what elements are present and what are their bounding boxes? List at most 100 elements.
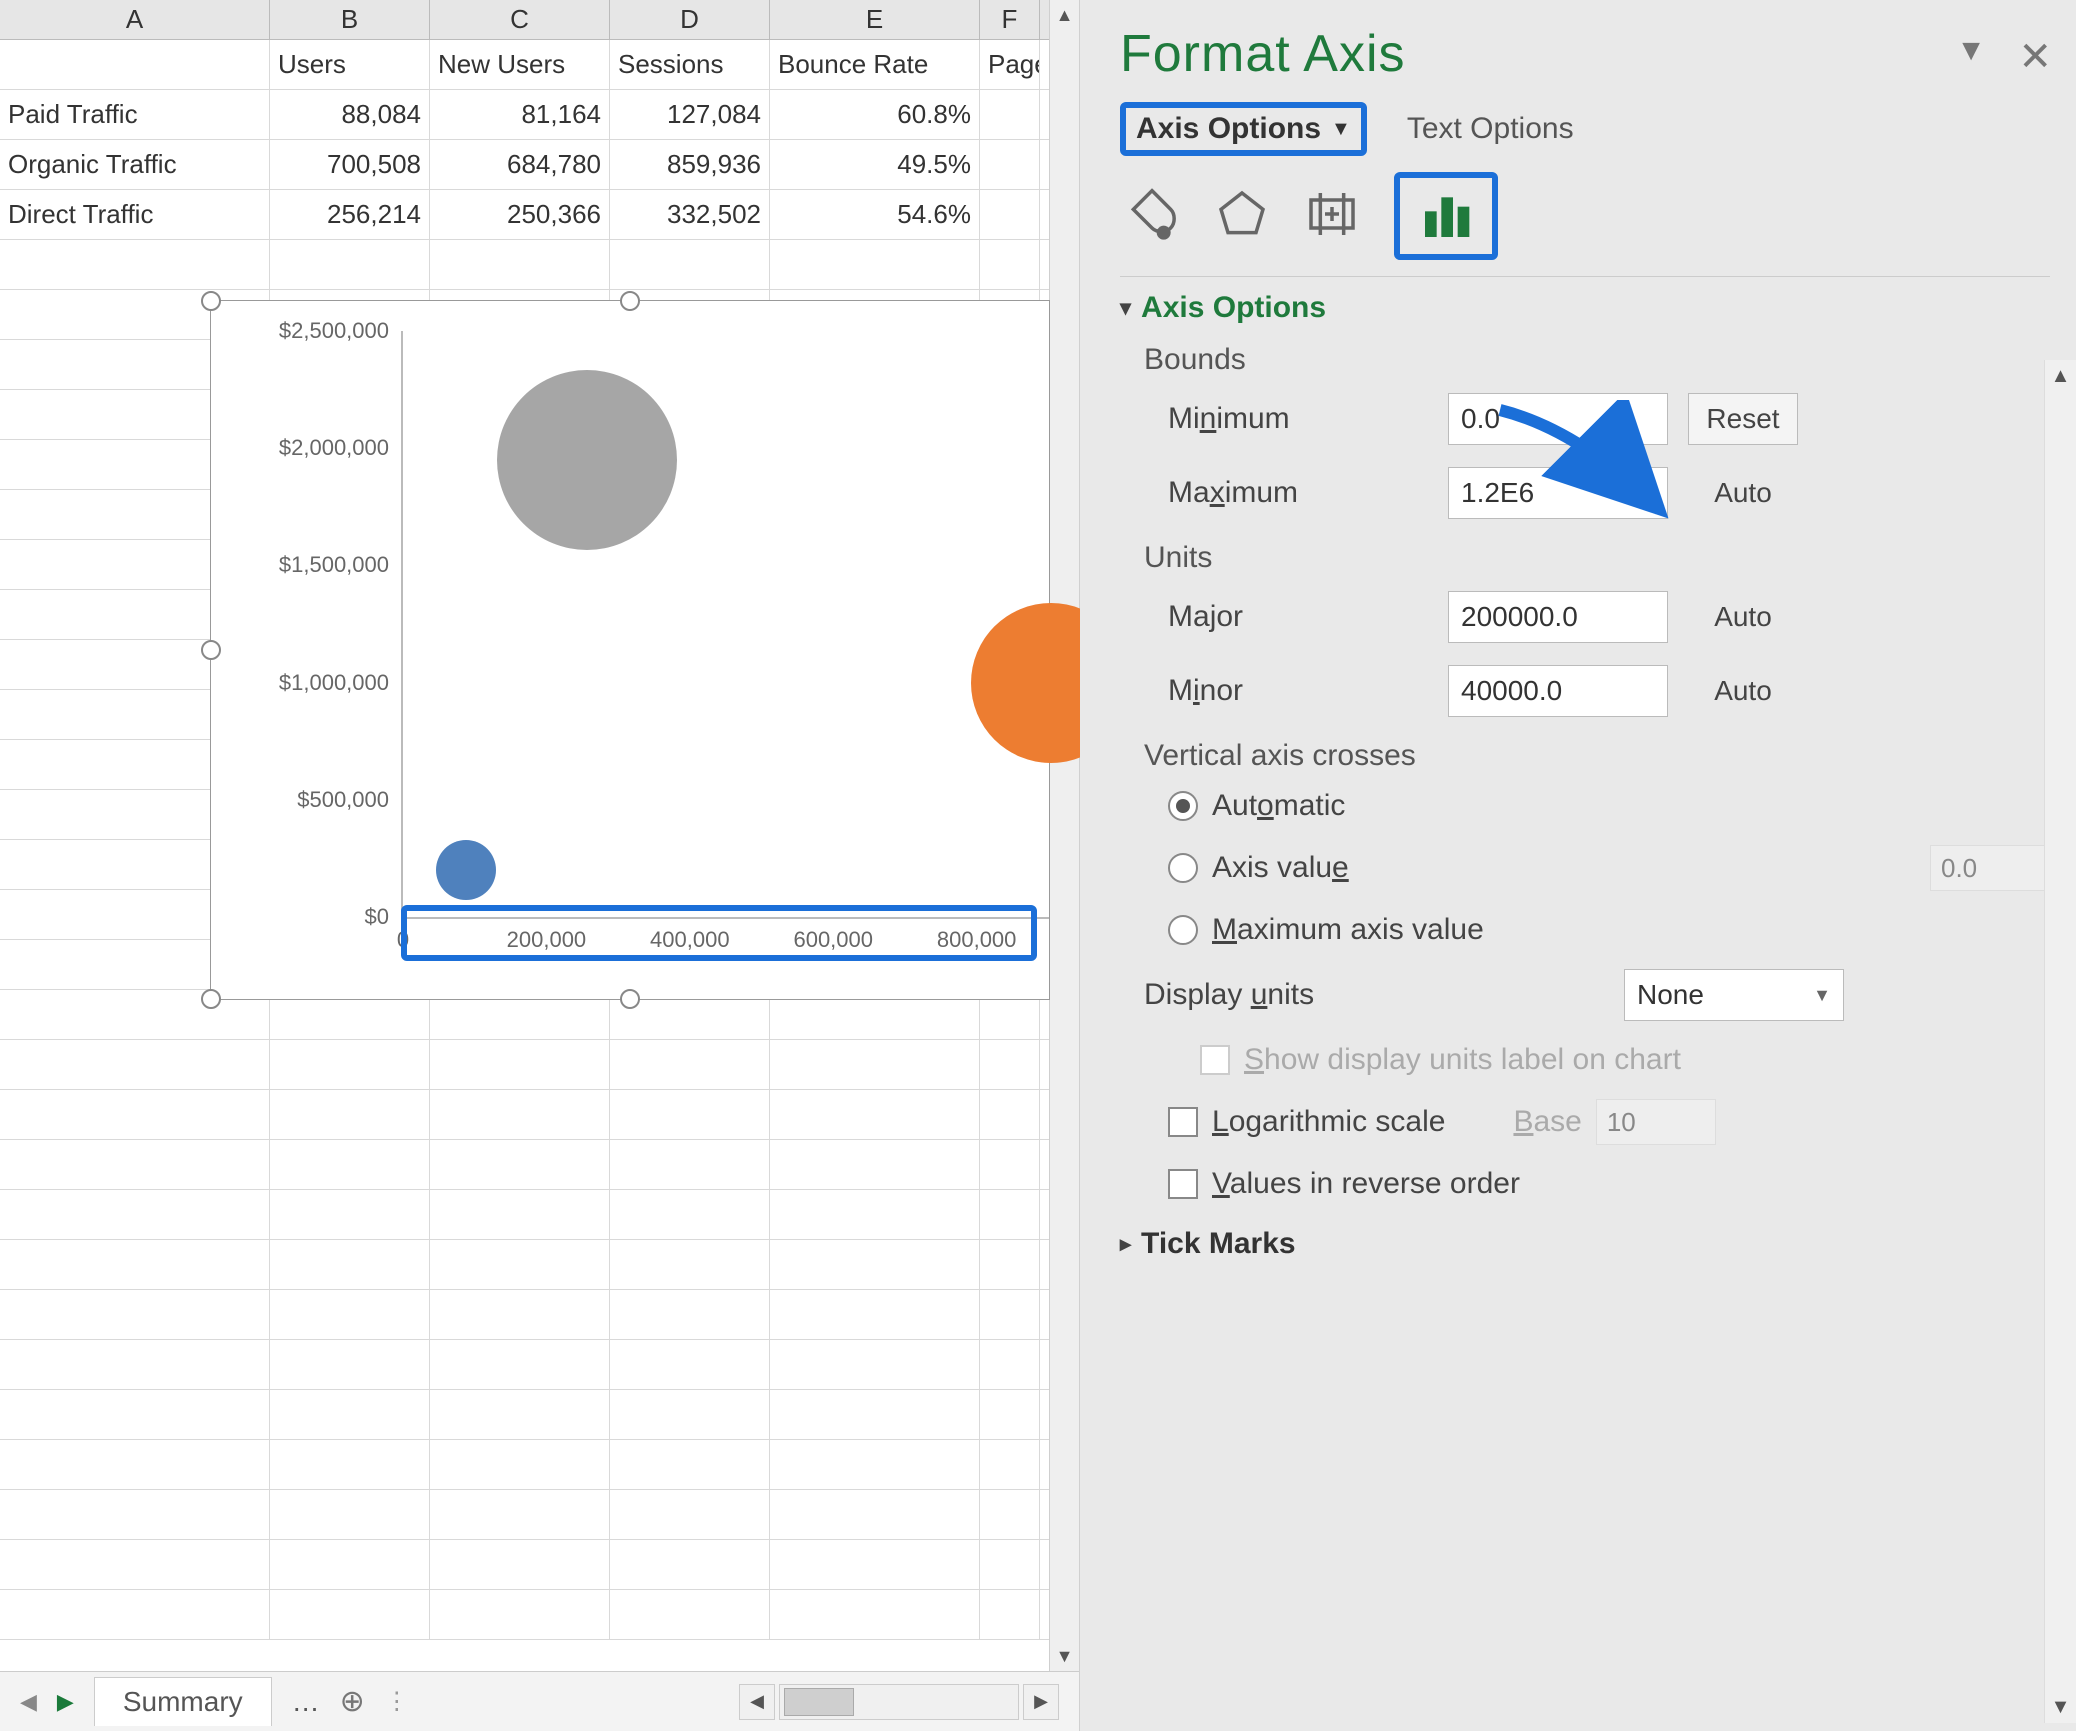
bounds-label: Bounds bbox=[1144, 343, 2050, 377]
embedded-chart[interactable]: $0 $500,000 $1,000,000 $1,500,000 $2,000… bbox=[210, 300, 1050, 1000]
log-scale-label: Logarithmic scale bbox=[1212, 1105, 1445, 1139]
axis-options-section-header[interactable]: ▾ Axis Options bbox=[1120, 291, 2050, 325]
new-sheet-button[interactable]: ⊕ bbox=[340, 1684, 365, 1719]
col-header[interactable]: A bbox=[0, 0, 270, 39]
bubble-direct[interactable] bbox=[497, 370, 677, 550]
x-tick-label: 600,000 bbox=[793, 927, 873, 953]
cell[interactable]: 54.6% bbox=[770, 190, 980, 239]
scroll-track[interactable] bbox=[779, 1684, 1019, 1720]
pane-dropdown-icon[interactable]: ▼ bbox=[1956, 34, 1986, 68]
col-header[interactable]: C bbox=[430, 0, 610, 39]
minimum-reset-button[interactable]: Reset bbox=[1688, 393, 1798, 445]
vertical-axis-crosses-label: Vertical axis crosses bbox=[1144, 739, 2050, 773]
vac-automatic-radio[interactable] bbox=[1168, 791, 1198, 821]
cell[interactable]: Organic Traffic bbox=[0, 140, 270, 189]
text-options-tab[interactable]: Text Options bbox=[1407, 112, 1574, 146]
minimum-input[interactable] bbox=[1448, 393, 1668, 445]
maximum-input[interactable] bbox=[1448, 467, 1668, 519]
scroll-down-icon[interactable]: ▼ bbox=[2045, 1691, 2076, 1723]
vac-maximum-radio[interactable] bbox=[1168, 915, 1198, 945]
scroll-up-icon[interactable]: ▲ bbox=[1050, 0, 1079, 30]
col-header[interactable]: E bbox=[770, 0, 980, 39]
x-tick-label: 400,000 bbox=[650, 927, 730, 953]
sheet-tab-summary[interactable]: Summary bbox=[94, 1677, 272, 1726]
section-title: Axis Options bbox=[1141, 291, 1326, 325]
chevron-down-icon: ▼ bbox=[1331, 118, 1351, 141]
table-row: Paid Traffic 88,084 81,164 127,084 60.8% bbox=[0, 90, 1079, 140]
scroll-left-icon[interactable]: ◀ bbox=[739, 1684, 775, 1720]
vac-axis-value-input[interactable] bbox=[1930, 845, 2050, 891]
cell[interactable]: 332,502 bbox=[610, 190, 770, 239]
cell[interactable]: 127,084 bbox=[610, 90, 770, 139]
minor-auto-label: Auto bbox=[1688, 665, 1798, 717]
cell[interactable]: Pages / bbox=[980, 40, 1040, 89]
reverse-order-checkbox[interactable] bbox=[1168, 1169, 1198, 1199]
sheet-nav-next-icon[interactable]: ▶ bbox=[57, 1689, 74, 1715]
vac-automatic-label: Automatic bbox=[1212, 789, 1345, 823]
cell[interactable]: 684,780 bbox=[430, 140, 610, 189]
horizontal-scrollbar[interactable]: ◀ ▶ bbox=[739, 1684, 1059, 1720]
col-header[interactable]: F bbox=[980, 0, 1040, 39]
cell[interactable] bbox=[980, 190, 1040, 239]
sheet-tab-bar: ◀ ▶ Summary … ⊕ ⋮ ◀ ▶ bbox=[0, 1671, 1079, 1731]
display-units-select[interactable]: None ▼ bbox=[1624, 969, 1844, 1021]
resize-handle[interactable] bbox=[201, 640, 221, 660]
cell[interactable]: 88,084 bbox=[270, 90, 430, 139]
y-tick-label: $1,500,000 bbox=[209, 552, 389, 578]
base-label: Base bbox=[1513, 1105, 1581, 1139]
resize-handle[interactable] bbox=[620, 989, 640, 1009]
vac-axis-value-radio[interactable] bbox=[1168, 853, 1198, 883]
scroll-thumb[interactable] bbox=[784, 1688, 854, 1716]
x-tick-label: 0 bbox=[397, 927, 409, 953]
axis-options-icon[interactable] bbox=[1394, 172, 1498, 260]
col-header[interactable]: B bbox=[270, 0, 430, 39]
bubble-paid[interactable] bbox=[436, 840, 496, 900]
cell[interactable]: 859,936 bbox=[610, 140, 770, 189]
minor-label: Minor bbox=[1168, 674, 1428, 708]
show-display-units-label: Show display units label on chart bbox=[1244, 1043, 1681, 1077]
cell[interactable]: Direct Traffic bbox=[0, 190, 270, 239]
cell[interactable]: Users bbox=[270, 40, 430, 89]
fill-line-icon[interactable] bbox=[1124, 186, 1180, 247]
expand-icon: ▸ bbox=[1120, 1231, 1131, 1257]
resize-handle[interactable] bbox=[201, 989, 221, 1009]
scroll-right-icon[interactable]: ▶ bbox=[1023, 1684, 1059, 1720]
cell[interactable]: New Users bbox=[430, 40, 610, 89]
cell[interactable]: 700,508 bbox=[270, 140, 430, 189]
sheet-nav-first-icon[interactable]: ◀ bbox=[20, 1689, 37, 1715]
resize-handle[interactable] bbox=[201, 291, 221, 311]
cell[interactable]: 256,214 bbox=[270, 190, 430, 239]
cell[interactable]: 250,366 bbox=[430, 190, 610, 239]
cell[interactable]: Sessions bbox=[610, 40, 770, 89]
minor-input[interactable] bbox=[1448, 665, 1668, 717]
vertical-scrollbar[interactable]: ▲ ▼ bbox=[1049, 0, 1079, 1671]
close-icon[interactable]: ✕ bbox=[2018, 34, 2052, 80]
axis-options-tab[interactable]: Axis Options ▼ bbox=[1120, 102, 1367, 156]
scroll-up-icon[interactable]: ▲ bbox=[2045, 360, 2076, 392]
log-scale-checkbox[interactable] bbox=[1168, 1107, 1198, 1137]
units-label: Units bbox=[1144, 541, 2050, 575]
cell[interactable] bbox=[0, 40, 270, 89]
cell[interactable]: Bounce Rate bbox=[770, 40, 980, 89]
cell[interactable]: Paid Traffic bbox=[0, 90, 270, 139]
major-input[interactable] bbox=[1448, 591, 1668, 643]
plot-area[interactable]: $0 $500,000 $1,000,000 $1,500,000 $2,000… bbox=[401, 331, 1049, 919]
col-header[interactable]: D bbox=[610, 0, 770, 39]
pane-vertical-scrollbar[interactable]: ▲ ▼ bbox=[2044, 360, 2076, 1723]
resize-handle[interactable] bbox=[620, 291, 640, 311]
drag-handle-icon[interactable]: ⋮ bbox=[385, 1687, 409, 1716]
size-properties-icon[interactable] bbox=[1304, 186, 1360, 247]
cell[interactable] bbox=[980, 140, 1040, 189]
tick-marks-section-header[interactable]: ▸ Tick Marks bbox=[1120, 1227, 2050, 1261]
cell[interactable]: 49.5% bbox=[770, 140, 980, 189]
format-axis-pane: Format Axis ▼ ✕ Axis Options ▼ Text Opti… bbox=[1080, 0, 2076, 1731]
table-row: Organic Traffic 700,508 684,780 859,936 … bbox=[0, 140, 1079, 190]
sheet-tab-more[interactable]: … bbox=[292, 1686, 320, 1718]
collapse-icon: ▾ bbox=[1120, 295, 1131, 321]
effects-icon[interactable] bbox=[1214, 186, 1270, 247]
cell[interactable]: 60.8% bbox=[770, 90, 980, 139]
y-tick-label: $2,000,000 bbox=[209, 435, 389, 461]
cell[interactable] bbox=[980, 90, 1040, 139]
scroll-down-icon[interactable]: ▼ bbox=[1050, 1641, 1079, 1671]
cell[interactable]: 81,164 bbox=[430, 90, 610, 139]
